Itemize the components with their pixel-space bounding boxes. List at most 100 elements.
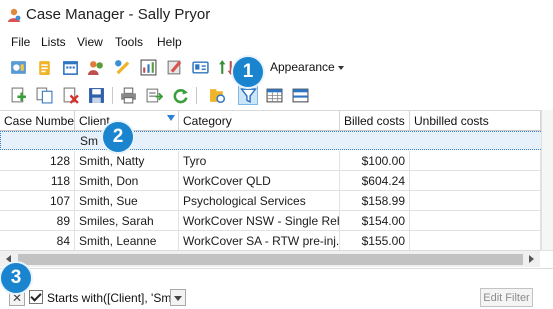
toolbar-separator [112,87,113,104]
cell-billed-costs: $100.00 [340,151,410,171]
grid-header: Case Number Client Category Billed costs… [0,111,553,131]
refresh-button[interactable] [170,85,190,105]
column-header-billed-costs[interactable]: Billed costs [340,111,410,131]
cell-client: Smith, Natty [75,151,179,171]
wrench-icon [114,59,129,74]
table-row[interactable]: 118 Smith, Don WorkCover QLD $604.24 [0,171,553,191]
cell-case-number: 128 [0,151,75,171]
filter-button[interactable] [238,85,258,105]
delete-case-button[interactable] [60,85,80,105]
cell-category: WorkCover SA - RTW pre-inj... [179,231,340,251]
menu-view[interactable]: View [77,35,103,49]
cell-client: Smith, Sue [75,191,179,211]
cell-category: Tyro [179,151,340,171]
toolbar-primary: Appearance [0,55,553,81]
cell-unbilled-costs [410,151,541,171]
tools-button[interactable] [112,57,132,77]
grid-layout-button[interactable] [264,85,284,105]
title-bar: Case Manager - Sally Pryor [0,0,553,31]
calendar-icon [62,60,78,75]
filter-panel: ✕ Starts with([Client], 'Sm') Edit Filte… [0,268,553,309]
refresh-icon [173,88,188,103]
column-header-client-label: Client [79,114,110,128]
toolbar-separator [196,87,197,104]
table-row[interactable]: 84 Smith, Leanne WorkCover SA - RTW pre-… [0,231,553,251]
clipboard-icon [38,60,50,75]
cases-grid: Case Number Client Category Billed costs… [0,110,553,268]
cell-case-number: 118 [0,171,75,191]
vertical-scrollbar[interactable] [541,110,553,250]
appearance-menu[interactable]: Appearance [270,60,344,74]
cell-billed-costs: $155.00 [340,231,410,251]
cell-unbilled-costs [410,191,541,211]
column-filter-icon[interactable] [167,115,175,121]
id-card-icon [191,60,209,74]
card-button[interactable] [190,57,210,77]
funnel-icon [239,87,257,103]
callout-2: 2 [103,122,133,152]
delete-icon [63,87,79,104]
cell-client: Smith, Leanne [75,231,179,251]
print-button[interactable] [118,85,138,105]
menu-help[interactable]: Help [157,35,182,49]
add-case-button[interactable] [8,85,28,105]
app-icon [8,8,21,22]
column-header-category[interactable]: Category [179,111,340,131]
chart-icon [140,59,156,75]
edit-filter-button[interactable]: Edit Filter [480,288,533,307]
folder-view-icon [209,88,225,103]
copy-icon [36,87,52,103]
save-icon [88,87,104,103]
menu-file[interactable]: File [11,35,30,49]
horizontal-scrollbar[interactable] [0,250,540,267]
filter-expression[interactable]: Starts with([Client], 'Sm') [47,291,178,305]
column-header-unbilled-costs[interactable]: Unbilled costs [410,111,541,131]
cell-unbilled-costs [410,231,541,251]
cell-category: Psychological Services [179,191,340,211]
window-title: Case Manager - Sally Pryor [26,6,211,23]
views-dropdown-button[interactable] [202,85,232,105]
add-icon [11,87,26,102]
table-row[interactable]: 89 Smiles, Sarah WorkCover NSW - Single … [0,211,553,231]
cell-client: Smiles, Sarah [75,211,179,231]
copy-case-button[interactable] [34,85,54,105]
client-filter-input[interactable]: Sm [80,134,98,148]
cell-category: WorkCover QLD [179,171,340,191]
cell-billed-costs: $604.24 [340,171,410,191]
scroll-right-icon[interactable] [529,255,534,263]
reports-button[interactable] [138,57,158,77]
cell-category: WorkCover NSW - Single Reh... [179,211,340,231]
notes-button[interactable] [34,57,54,77]
callout-1: 1 [233,57,263,87]
preview-layout-button[interactable] [290,85,310,105]
filter-history-dropdown[interactable] [170,289,186,306]
cell-case-number: 107 [0,191,75,211]
contacts-button[interactable] [86,57,106,77]
column-header-case-number[interactable]: Case Number [0,111,75,131]
pencil-icon [167,60,181,74]
scroll-left-icon[interactable] [6,255,11,263]
cell-unbilled-costs [410,171,541,191]
edit-button[interactable] [164,57,184,77]
calendar-button[interactable] [60,57,80,77]
chevron-down-icon [337,65,344,70]
dashboard-button[interactable] [8,57,28,77]
table-row[interactable]: 107 Smith, Sue Psychological Services $1… [0,191,553,211]
printer-icon [120,87,136,103]
people-icon [87,60,103,75]
menu-bar: File Lists View Tools Help [0,31,553,53]
menu-lists[interactable]: Lists [41,35,66,49]
filter-enabled-checkbox[interactable] [29,290,43,304]
sort-arrows-icon [218,59,234,75]
scroll-thumb[interactable] [18,254,523,265]
panel-layout-icon [292,88,308,102]
cell-billed-costs: $154.00 [340,211,410,231]
menu-tools[interactable]: Tools [115,35,143,49]
cell-unbilled-costs [410,211,541,231]
auto-filter-row[interactable]: Sm [0,131,553,150]
table-row[interactable]: 128 Smith, Natty Tyro $100.00 [0,151,553,171]
close-icon: ✕ [11,291,23,305]
save-button[interactable] [86,85,106,105]
export-button[interactable] [144,85,164,105]
export-icon [146,88,163,102]
